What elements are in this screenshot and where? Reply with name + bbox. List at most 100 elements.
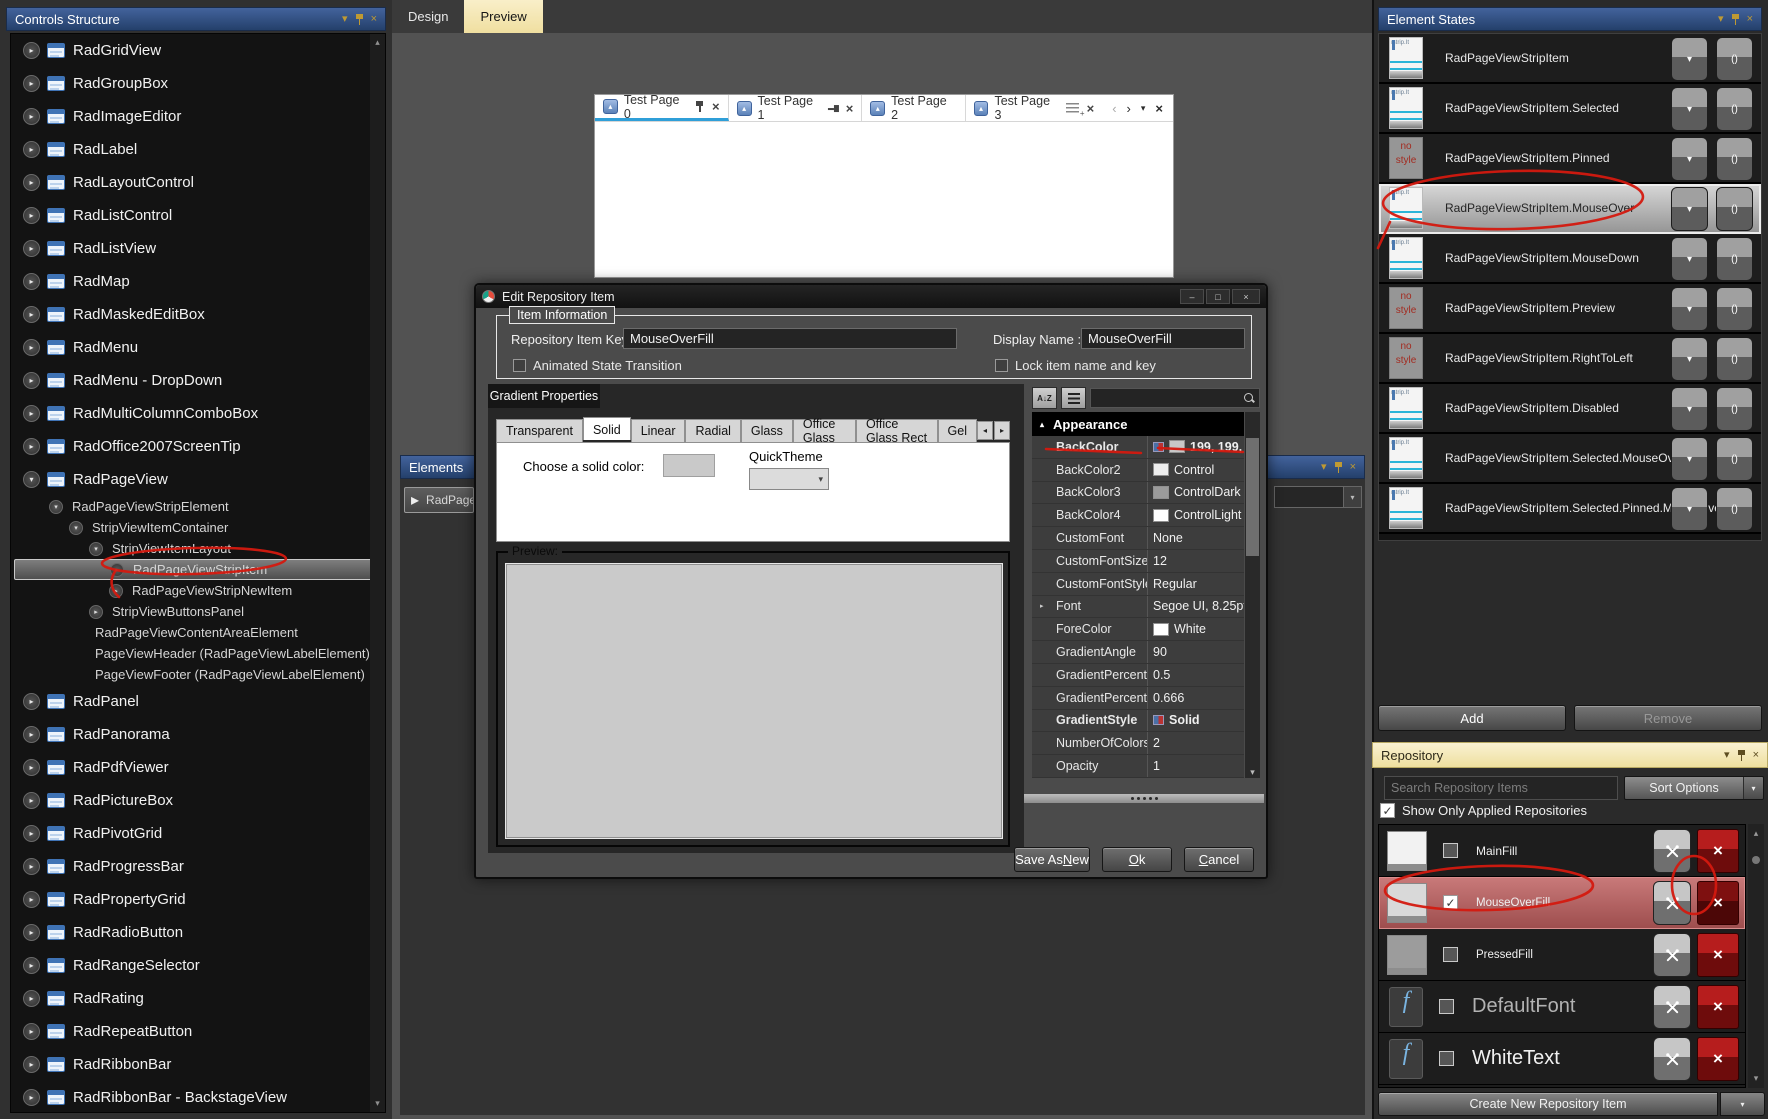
create-dropdown-icon[interactable]: ▾ xyxy=(1720,1092,1765,1116)
property-row[interactable]: CustomFontSize 12 xyxy=(1032,549,1244,573)
tab-radial[interactable]: Radial xyxy=(685,419,741,442)
tab-glass[interactable]: Glass xyxy=(740,419,793,442)
state-dropdown-icon[interactable]: ▾ xyxy=(1671,287,1708,331)
tree-item[interactable]: ▸ RadRangeSelector xyxy=(11,949,385,982)
expander-icon[interactable]: ▸ xyxy=(23,405,40,422)
expander-icon[interactable]: ▸ xyxy=(23,306,40,323)
checkbox-icon[interactable]: ✓ xyxy=(1443,947,1458,962)
tab-design[interactable]: Design xyxy=(392,0,464,33)
expander-icon[interactable]: ▸ xyxy=(23,240,40,257)
state-dropdown-icon[interactable]: ▾ xyxy=(1671,487,1708,531)
edit-wrench-icon[interactable] xyxy=(1653,1037,1691,1081)
expander-icon[interactable]: ▸ xyxy=(23,75,40,92)
tab-test-page-1[interactable]: ▴ Test Page 1 × xyxy=(729,94,863,122)
property-row[interactable]: BackColor2 Control xyxy=(1032,458,1244,482)
tab-gel[interactable]: Gel xyxy=(937,419,977,442)
expander-icon[interactable]: ▸ xyxy=(23,1056,40,1073)
tree-item[interactable]: ▸ RadRating xyxy=(11,982,385,1015)
repository-item-key-input[interactable]: MouseOverFill xyxy=(623,328,957,349)
expander-icon[interactable]: ▾ xyxy=(69,520,83,535)
repository-row[interactable]: ✓ MainFill × xyxy=(1379,825,1745,877)
tree-item[interactable]: ▸ RadLabel xyxy=(11,133,385,166)
ok-button[interactable]: Ok xyxy=(1102,847,1172,872)
close-icon[interactable]: × xyxy=(1350,461,1356,473)
scroll-thumb[interactable] xyxy=(1246,438,1259,556)
tab-preview[interactable]: Preview xyxy=(464,0,543,33)
property-row[interactable]: BackColor4 ControlLight xyxy=(1032,504,1244,528)
edit-wrench-icon[interactable] xyxy=(1653,933,1691,977)
close-icon[interactable]: × xyxy=(1747,13,1753,25)
tree-item[interactable]: ▸ RadPdfViewer xyxy=(11,751,385,784)
pin-icon[interactable] xyxy=(1334,461,1343,473)
tab-office-glass[interactable]: Office Glass xyxy=(792,417,856,445)
expander-icon[interactable]: ▸ xyxy=(23,990,40,1007)
state-dropdown-icon[interactable]: ▾ xyxy=(1671,137,1708,181)
expander-icon[interactable]: ▸ xyxy=(411,490,419,510)
chevron-down-icon[interactable]: ▾ xyxy=(1718,13,1724,25)
tab-transparent[interactable]: Transparent xyxy=(496,419,583,442)
tab-scroll-right-icon[interactable]: ▸ xyxy=(994,421,1010,440)
tree-item-radpageview[interactable]: ▾ RadPageView xyxy=(11,463,385,496)
tree-item[interactable]: ▸ RadProgressBar xyxy=(11,850,385,883)
repository-row[interactable]: f ✓ WhiteText × xyxy=(1379,1033,1745,1085)
tree-item[interactable]: ▸ RadRibbonBar - BackstageView xyxy=(11,1081,385,1112)
chevron-down-icon[interactable]: ▾ xyxy=(342,13,348,25)
collapse-icon[interactable]: ▴ xyxy=(1040,420,1044,429)
tree-item[interactable]: ▸ RadPanorama xyxy=(11,718,385,751)
checkbox-icon[interactable]: ✓ xyxy=(1443,895,1458,910)
state-edit-icon[interactable]: () xyxy=(1716,137,1753,181)
state-edit-icon[interactable]: () xyxy=(1716,187,1753,231)
state-edit-icon[interactable]: () xyxy=(1716,387,1753,431)
expander-icon[interactable]: ▸ xyxy=(23,1089,40,1106)
state-row[interactable]: RadPageViewStripItem.MouseDown ▾() xyxy=(1379,234,1761,284)
property-row[interactable]: CustomFontStyle Regular xyxy=(1032,572,1244,596)
tree-item[interactable]: ▸ RadPivotGrid xyxy=(11,817,385,850)
elements-combobox[interactable]: ▾ xyxy=(1274,486,1362,508)
state-dropdown-icon[interactable]: ▾ xyxy=(1671,37,1708,81)
chevron-down-icon[interactable]: ▾ xyxy=(1743,777,1763,799)
expander-icon[interactable]: ▸ xyxy=(23,42,40,59)
expander-icon[interactable]: ▸ xyxy=(23,273,40,290)
scroll-down-icon[interactable]: ▾ xyxy=(1748,1073,1764,1084)
tree-item[interactable]: ▸ RadMultiColumnComboBox xyxy=(11,397,385,430)
close-tab-icon[interactable]: × xyxy=(712,99,720,114)
property-row[interactable]: ▸ Font Segoe UI, 8.25pt xyxy=(1032,595,1244,619)
sort-options-button[interactable]: Sort Options ▾ xyxy=(1624,776,1764,800)
maximize-icon[interactable]: □ xyxy=(1206,289,1230,304)
checkbox-icon[interactable]: ✓ xyxy=(1439,999,1454,1014)
expander-icon[interactable]: ▸ xyxy=(89,604,103,619)
tab-test-page-2[interactable]: ▴ Test Page 2 xyxy=(862,94,966,122)
expander-icon[interactable]: ▸ xyxy=(23,924,40,941)
state-row-mouseover-selected[interactable]: RadPageViewStripItem.MouseOver ▾() xyxy=(1379,184,1761,234)
expand-icon[interactable]: ▸ xyxy=(1040,602,1044,610)
splitter-handle[interactable] xyxy=(1024,794,1264,803)
chevron-down-icon[interactable]: ▾ xyxy=(1724,749,1730,761)
add-button[interactable]: Add xyxy=(1378,705,1566,731)
state-edit-icon[interactable]: () xyxy=(1716,287,1753,331)
tree-item[interactable]: ▸ RadImageEditor xyxy=(11,100,385,133)
tree-item[interactable]: ▸ RadMap xyxy=(11,265,385,298)
tab-scroll-left-icon[interactable]: ◂ xyxy=(977,421,993,440)
state-dropdown-icon[interactable]: ▾ xyxy=(1671,87,1708,131)
display-name-input[interactable]: MouseOverFill xyxy=(1081,328,1245,349)
state-dropdown-icon[interactable]: ▾ xyxy=(1671,237,1708,281)
delete-icon[interactable]: × xyxy=(1697,933,1739,977)
tree-item[interactable]: ▸ RadMenu - DropDown xyxy=(11,364,385,397)
expander-icon[interactable]: ▾ xyxy=(89,541,103,556)
expander-icon[interactable]: ▸ xyxy=(23,726,40,743)
checkbox-icon[interactable] xyxy=(513,359,526,372)
expander-icon[interactable]: ▸ xyxy=(23,792,40,809)
property-row[interactable]: NumberOfColors 2 xyxy=(1032,732,1244,756)
tree-item[interactable]: ▸ RadPictureBox xyxy=(11,784,385,817)
tree-item[interactable]: ▸ RadPageViewStripNewItem xyxy=(11,580,385,601)
checkbox-icon[interactable] xyxy=(995,359,1008,372)
tree-item-radpageviewstripitem-selected[interactable]: ▸ RadPageViewStripItem xyxy=(14,559,382,580)
state-row[interactable]: no style RadPageViewStripItem.RightToLeft… xyxy=(1379,334,1761,384)
state-edit-icon[interactable]: () xyxy=(1716,487,1753,531)
repository-scrollbar[interactable]: ▴ ▾ xyxy=(1748,824,1764,1088)
scroll-down-icon[interactable]: ▾ xyxy=(370,1098,385,1109)
expander-icon[interactable]: ▸ xyxy=(23,108,40,125)
pin-icon[interactable] xyxy=(1737,749,1746,761)
tree-item[interactable]: ▸ RadGridView xyxy=(11,34,385,67)
show-only-applied-checkbox[interactable]: ✓ Show Only Applied Repositories xyxy=(1380,803,1587,818)
